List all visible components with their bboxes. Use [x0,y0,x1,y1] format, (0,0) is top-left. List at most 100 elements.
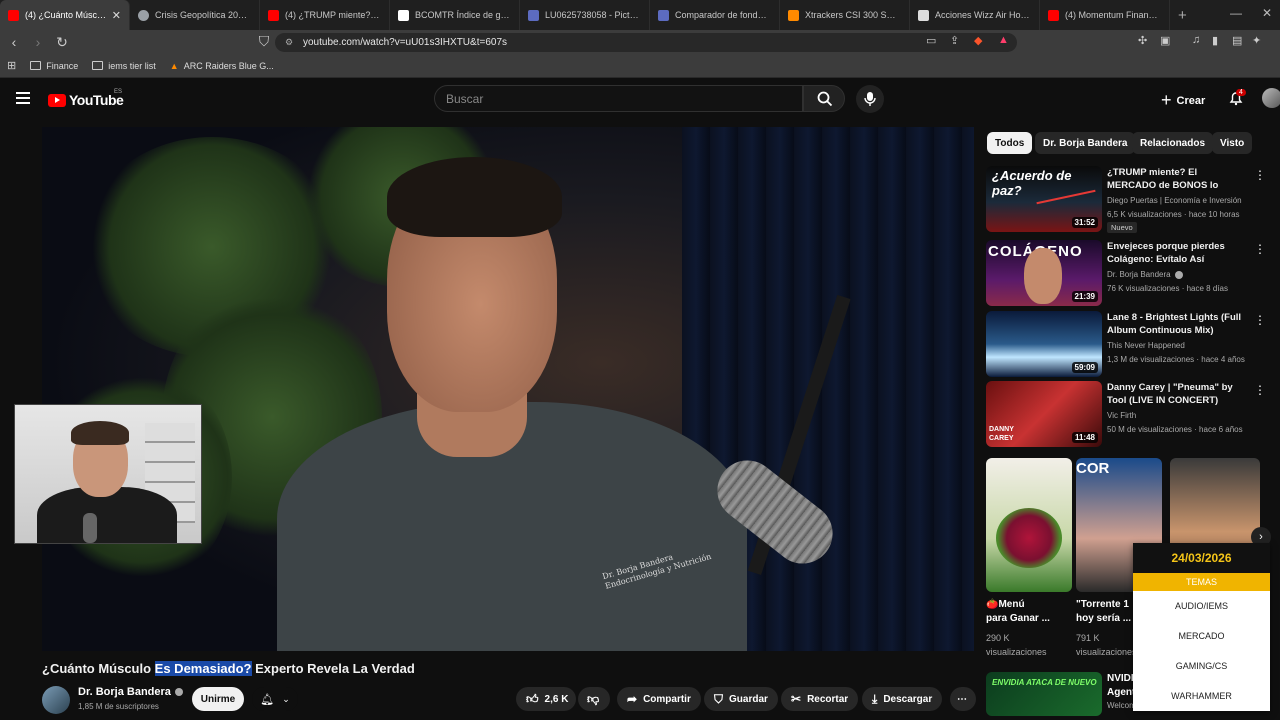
browser-tab[interactable]: Acciones Wizz Air Holding [910,0,1040,30]
chip-visto[interactable]: Visto [1212,132,1253,154]
channel-name[interactable]: Vic Firth [1107,411,1136,420]
more-vert-icon[interactable]: ⋮ [1254,313,1266,327]
screenshot-icon[interactable]: ▣ [1160,34,1170,47]
dislike-button[interactable]: 👎︎ [578,687,610,711]
browser-toolbar: ‹ › ↻ ⛉ ⚙ youtube.com/watch?v=uU01s3IHXT… [0,30,1280,54]
channel-name[interactable]: Diego Puertas | Economía e Inversión [1107,196,1242,205]
video-title[interactable]: Envejeces porque pierdes Colágeno: Evíta… [1107,240,1242,267]
short-views-line: visualizaciones [986,647,1047,657]
browser-tab[interactable]: (4) ¿TRUMP miente? El ME [260,0,390,30]
browser-tab[interactable]: (4) ¿Cuánto Músculo Es D ✕ [0,0,130,30]
cast-icon[interactable]: ▭ [926,34,936,47]
download-button[interactable]: ⤓ Descargar [862,687,943,711]
recommendation-item[interactable]: COLÁGENO 21:39 Envejeces porque pierdes … [986,240,1276,306]
channel-avatar[interactable] [42,686,70,714]
chevron-right-icon: › [1259,531,1263,543]
brave-shield-icon[interactable]: ◆ [974,34,982,47]
join-button[interactable]: Unirme [192,687,244,711]
share-icon[interactable]: ⇪ [950,34,959,47]
bookmark-page-icon[interactable]: ⛉ [254,33,274,50]
address-bar[interactable]: ⚙ youtube.com/watch?v=uU01s3IHXTU&t=607s [275,33,1017,52]
search-input[interactable]: Buscar [434,85,803,112]
chevron-down-icon: ⌄ [282,693,290,704]
short-views-line: visualizaciones [1076,647,1137,657]
more-vert-icon[interactable]: ⋮ [1254,242,1266,256]
like-button[interactable]: 👍︎ 2,6 K [516,687,576,711]
more-actions-button[interactable]: ⋯ [950,687,976,711]
more-vert-icon[interactable]: ⋮ [1254,168,1266,182]
clip-label: Recortar [807,693,849,705]
overlay-topic: AUDIO/IEMS [1174,601,1228,611]
browser-tab[interactable]: Xtrackers CSI 300 Swap UC [780,0,910,30]
finance-favicon-icon [528,9,539,21]
overlay-topic: GAMING/CS [1175,661,1228,671]
chip-channel[interactable]: Dr. Borja Bandera [1035,132,1136,154]
video-title[interactable]: Danny Carey | "Pneuma" by Tool (LIVE IN … [1107,381,1242,408]
save-button[interactable]: ⛉ Guardar [704,687,778,711]
site-info-icon[interactable]: ⚙ [285,37,293,48]
search-button[interactable] [803,85,845,112]
video-thumbnail[interactable]: ¿Acuerdo de paz? 31:52 [986,166,1102,232]
browser-tab[interactable]: (4) Momentum Financial - [1040,0,1170,30]
brave-rewards-icon[interactable]: ▲ [998,34,1009,46]
more-vert-icon[interactable]: ⋮ [1254,383,1266,397]
sidebar-icon[interactable]: ▮ [1212,34,1218,47]
browser-tab[interactable]: Comparador de fondos de [650,0,780,30]
channel-name[interactable]: Dr. Borja Bandera [1107,270,1183,279]
create-button[interactable]: + Crear [1161,90,1205,111]
channel-name[interactable]: Dr. Borja Bandera [78,686,183,698]
apps-grid-icon[interactable]: ⊞ [7,59,16,72]
minimize-icon[interactable]: — [1230,6,1242,20]
reload-icon[interactable]: ↻ [52,34,72,51]
short-title-line: hoy sería ... [1076,613,1132,624]
bookmark-arc-raiders[interactable]: ▲ ARC Raiders Blue G... [170,61,274,71]
menu-icon[interactable] [16,92,30,104]
video-thumbnail[interactable]: DANNY CAREY 11:48 [986,381,1102,447]
share-button[interactable]: ➦ Compartir [617,687,701,711]
short-title[interactable]: 🍅Menú para Ganar ... [986,598,1072,626]
channel-name[interactable]: This Never Happened [1107,341,1185,350]
tradingview-favicon-icon [398,9,409,21]
chip-relacionados[interactable]: Relacionados [1132,132,1214,154]
forward-icon[interactable]: › [28,34,48,50]
short-title-line: para Ganar ... [986,613,1050,624]
extensions-icon[interactable]: ✣ [1138,34,1147,47]
bookmark-label: Finance [46,60,79,71]
video-title[interactable]: ¿TRUMP miente? El MERCADO de BONOS lo TI… [1107,166,1242,193]
voice-search-button[interactable] [856,85,884,113]
tab-label: Comparador de fondos de [675,10,771,20]
search-icon [817,91,833,107]
browser-tab[interactable]: LU0625738058 - Pictet - C [520,0,650,30]
back-icon[interactable]: ‹ [4,34,24,50]
browser-tab[interactable]: Crisis Geopolítica 2026 — [130,0,260,30]
bookmark-iems[interactable]: iems tier list [92,61,156,71]
video-title[interactable]: Lane 8 - Brightest Lights (Full Album Co… [1107,311,1242,338]
bookmark-finance[interactable]: Finance [30,61,78,71]
bookmark-icon: ⛉ [714,691,724,706]
video-thumbnail[interactable]: 59:09 [986,311,1102,377]
recommendation-item[interactable]: DANNY CAREY 11:48 Danny Carey | "Pneuma"… [986,381,1276,447]
media-icon[interactable]: ♫ [1192,34,1200,46]
youtube-logo[interactable]: YouTube [48,92,124,108]
close-window-icon[interactable]: ✕ [1262,6,1272,20]
new-tab-button[interactable]: + [1178,7,1187,24]
overlay-topic: WARHAMMER [1171,691,1232,701]
video-thumbnail[interactable]: COLÁGENO 21:39 [986,240,1102,306]
video-player[interactable]: Dr. Borja Bandera Endocrinología y Nutri… [42,127,974,651]
title-part: lo [139,661,155,676]
clip-button[interactable]: ✂ Recortar [781,687,859,711]
thumbnail-face [1024,248,1062,304]
recommendation-item[interactable]: ¿Acuerdo de paz? 31:52 ¿TRUMP miente? El… [986,166,1276,233]
video-title[interactable]: NVIDI Agent [1107,672,1135,700]
recommendation-item[interactable]: 59:09 Lane 8 - Brightest Lights (Full Al… [986,311,1276,377]
ai-icon[interactable]: ✦ [1252,34,1261,47]
short-thumbnail[interactable] [986,458,1072,592]
close-icon[interactable]: ✕ [112,9,121,22]
wallet-icon[interactable]: ▤ [1232,34,1242,47]
chip-todos[interactable]: Todos [987,132,1033,154]
avatar[interactable] [1262,88,1280,108]
subscription-bell-button[interactable]: 🔔︎ ⌄ [252,687,298,711]
youtube-play-icon [48,93,66,107]
video-thumbnail[interactable]: ENVIDIA ATACA DE NUEVO [986,672,1102,716]
browser-tab[interactable]: BCOMTR Índice de gráficos [390,0,520,30]
